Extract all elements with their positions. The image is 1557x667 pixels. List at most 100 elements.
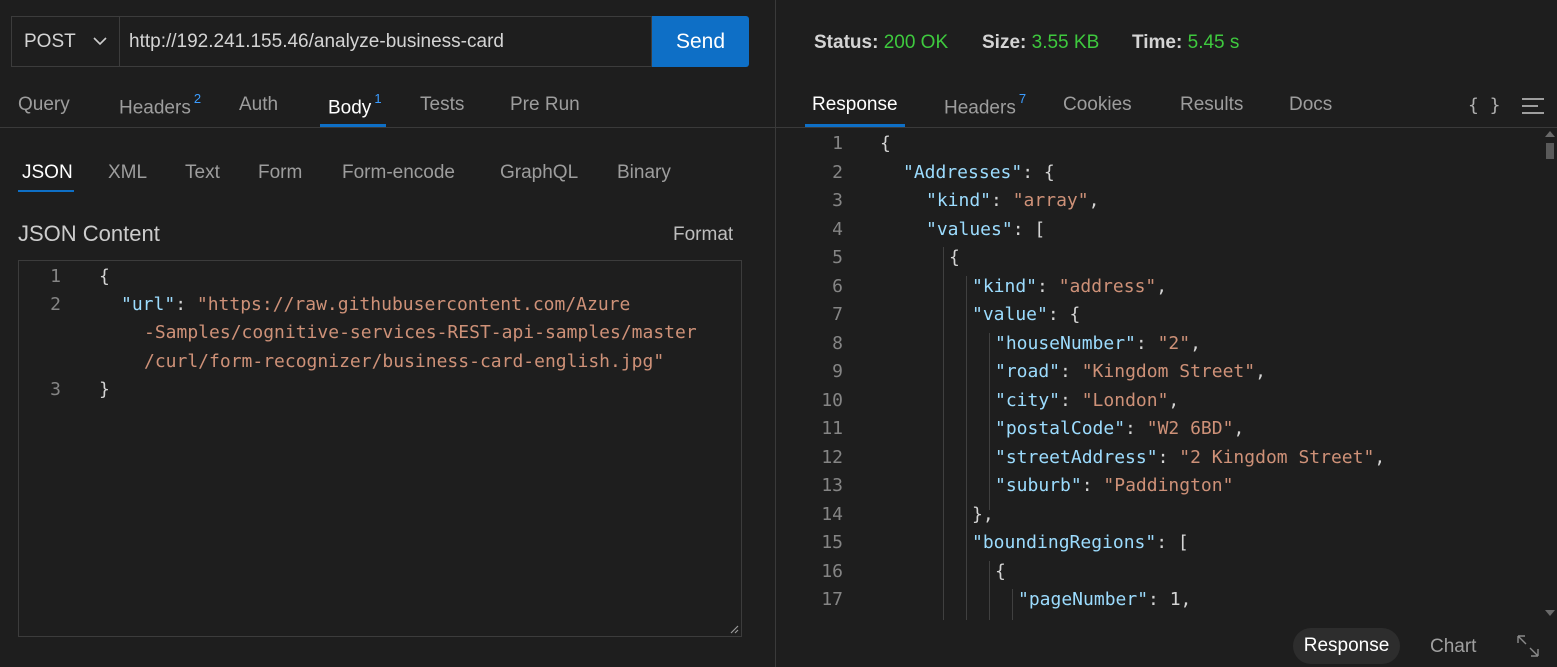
body-tab-json[interactable]: JSON — [22, 162, 73, 184]
line-number: 12 — [821, 446, 843, 468]
line-number: 5 — [832, 247, 843, 268]
json-key: "Addresses" — [903, 161, 1023, 183]
response-tab-cookies[interactable]: Cookies — [1063, 94, 1132, 116]
tab-label: Docs — [1289, 94, 1333, 115]
line-number: 6 — [832, 275, 843, 297]
json-punct: : — [1135, 332, 1158, 354]
line-number: 4 — [832, 218, 843, 240]
json-key: "houseNumber" — [995, 332, 1136, 354]
json-key: "url" — [121, 294, 176, 315]
line-number: 11 — [821, 418, 843, 439]
response-code-line: "streetAddress": "2 Kingdom Street", — [995, 447, 1385, 468]
response-tab-results[interactable]: Results — [1180, 94, 1243, 116]
json-punct: : [ — [1156, 532, 1189, 553]
body-tab-binary[interactable]: Binary — [617, 162, 671, 184]
format-button[interactable]: Format — [673, 224, 733, 246]
json-punct: : 1, — [1148, 589, 1192, 610]
body-tab-form[interactable]: Form — [258, 162, 302, 184]
response-body[interactable]: 1{2 "Addresses": {3 "kind": "array", 4 "valu… — [776, 128, 1557, 620]
json-string-wrap: -Samples/cognitive-services-REST-api-sam… — [144, 322, 697, 343]
json-editor[interactable]: 1 2 3 { "url": "https://raw.githubuserco… — [18, 260, 742, 637]
tab-label: Headers — [944, 97, 1016, 119]
line-number: 3 — [832, 190, 843, 211]
json-string: "2 Kingdom Street" — [1179, 446, 1375, 468]
json-key: "kind" — [926, 190, 992, 211]
tab-count-badge: 7 — [1018, 91, 1027, 106]
json-punct: { — [995, 560, 1006, 582]
response-code-line: "road": "Kingdom Street", — [995, 361, 1266, 382]
response-code-line: "values": [ — [926, 219, 1045, 240]
json-colon: : — [175, 294, 197, 315]
bottom-response-button[interactable]: Response — [1293, 628, 1400, 664]
method-select[interactable]: POST — [11, 16, 119, 67]
json-punct: , — [1233, 418, 1245, 439]
json-punct: : { — [1022, 161, 1055, 183]
json-punct: { — [949, 247, 960, 268]
tab-count-badge: 2 — [193, 91, 202, 106]
tab-count-badge: 1 — [374, 91, 382, 106]
status-readout: Status: 200 OK — [814, 32, 948, 54]
json-key: "suburb" — [995, 475, 1082, 496]
scrollbar-thumb[interactable] — [1546, 143, 1554, 159]
line-number: 1 — [832, 133, 843, 154]
request-bar: POST http://192.241.155.46/analyze-busin… — [11, 16, 749, 67]
json-punct: : — [1081, 475, 1104, 496]
tab-pre-run[interactable]: Pre Run — [510, 94, 580, 116]
json-key: "values" — [926, 218, 1013, 240]
json-string: "https://raw.githubusercontent.com/Azure — [196, 294, 631, 315]
json-punct: , — [1255, 361, 1266, 382]
response-tab-response[interactable]: Response — [812, 94, 898, 116]
tab-label: Response — [812, 94, 898, 115]
status-label: Status: — [814, 32, 879, 53]
response-code-line: "postalCode": "W2 6BD", — [995, 418, 1244, 439]
bottom-chart-button[interactable]: Chart — [1430, 636, 1476, 658]
json-key: "road" — [995, 361, 1061, 382]
tab-auth[interactable]: Auth — [239, 94, 278, 116]
response-code-line: "boundingRegions": [ — [972, 532, 1189, 553]
active-body-tab-indicator — [18, 190, 74, 192]
response-code-line: "suburb": "Paddington" — [995, 475, 1233, 496]
json-string: "2" — [1157, 332, 1191, 354]
json-string-wrap: /curl/form-recognizer/business-card-engl… — [144, 351, 665, 372]
json-string: "address" — [1058, 275, 1157, 297]
tab-label: Headers — [119, 97, 191, 119]
response-tab-docs[interactable]: Docs — [1289, 94, 1332, 116]
tab-query[interactable]: Query — [18, 94, 70, 116]
resize-handle-icon[interactable] — [729, 624, 739, 634]
response-code-line: }, — [972, 504, 994, 525]
time-label: Time: — [1132, 32, 1183, 53]
indent-guide — [966, 275, 967, 620]
indent-guide — [989, 332, 990, 510]
expand-icon[interactable] — [1516, 634, 1540, 658]
json-punct: : [ — [1012, 218, 1046, 240]
line-number: 8 — [832, 332, 843, 354]
url-input[interactable]: http://192.241.155.46/analyze-business-c… — [119, 16, 652, 67]
line-number: 9 — [832, 361, 843, 382]
json-string: "London" — [1081, 389, 1169, 411]
json-string: "array" — [1012, 190, 1089, 211]
body-tab-graphql[interactable]: GraphQL — [500, 162, 578, 184]
json-punct: , — [1088, 190, 1100, 211]
tab-label: Cookies — [1063, 94, 1132, 115]
json-punct: }, — [972, 503, 994, 525]
braces-icon[interactable]: { } — [1468, 95, 1501, 116]
tab-tests[interactable]: Tests — [420, 94, 464, 116]
tab-body[interactable]: Body 1 — [328, 91, 382, 119]
body-tab-text[interactable]: Text — [185, 162, 220, 184]
tab-headers[interactable]: Headers 2 — [119, 91, 202, 119]
body-tab-xml[interactable]: XML — [108, 162, 147, 184]
tab-label: Pre Run — [510, 94, 580, 115]
json-string: "Paddington" — [1103, 475, 1234, 496]
body-tab-form-encode[interactable]: Form-encode — [342, 162, 455, 184]
json-string: "Kingdom Street" — [1081, 361, 1256, 382]
response-tab-headers[interactable]: Headers 7 — [944, 91, 1027, 119]
json-punct: : — [1157, 446, 1180, 468]
json-key: "kind" — [972, 275, 1038, 297]
menu-icon[interactable] — [1522, 97, 1544, 115]
scroll-down-icon[interactable] — [1545, 610, 1555, 616]
tab-label: Auth — [239, 94, 279, 115]
send-button[interactable]: Send — [652, 16, 749, 67]
json-string: "W2 6BD" — [1146, 418, 1234, 439]
scroll-up-icon[interactable] — [1545, 131, 1555, 137]
tab-label: Body — [328, 97, 372, 119]
